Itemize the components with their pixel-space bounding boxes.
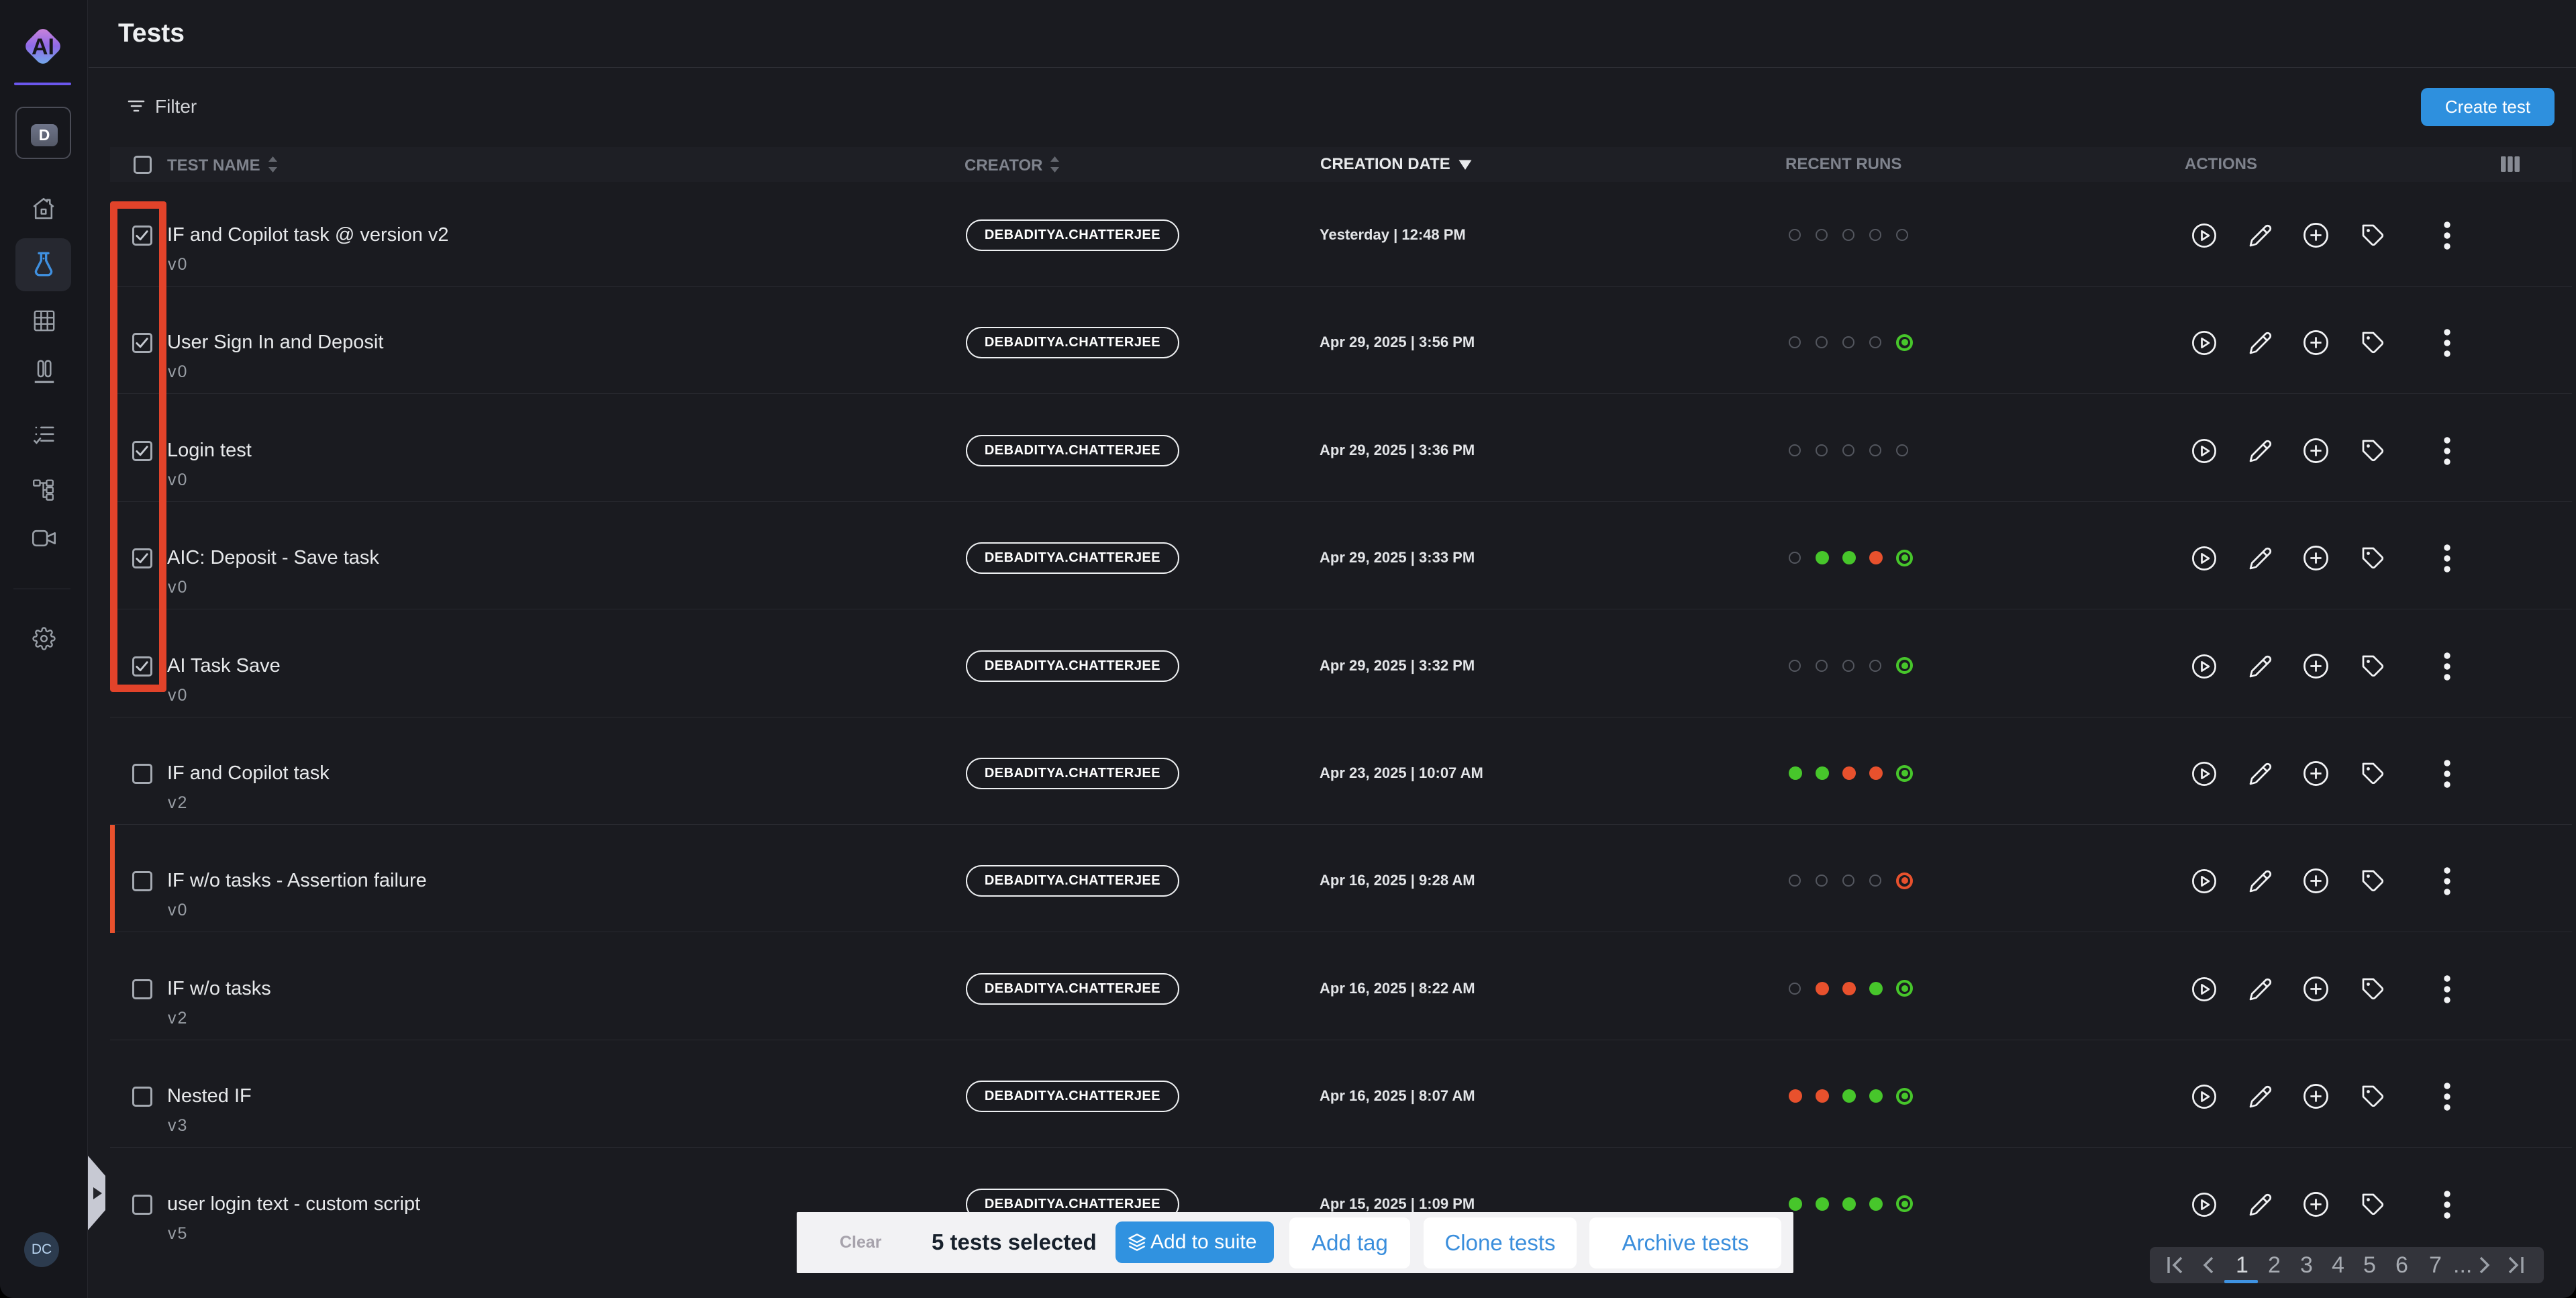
svg-text:AI: AI bbox=[32, 34, 54, 60]
